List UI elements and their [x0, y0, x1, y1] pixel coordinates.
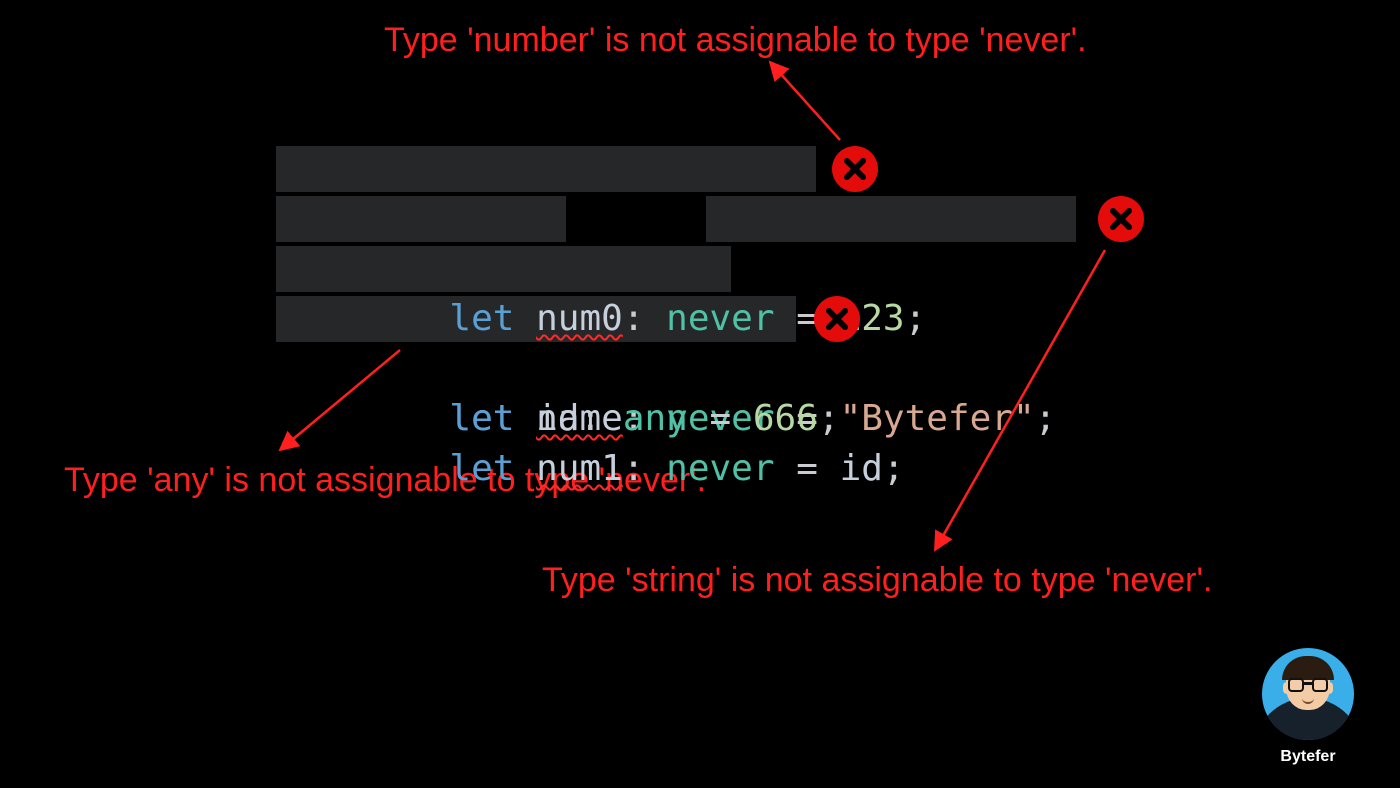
identifier-num0: num0	[536, 298, 623, 339]
identifier-id-ref: id	[840, 448, 883, 489]
identifier-num1: num1	[536, 448, 623, 489]
code-line-3: let id: any = 666;	[276, 244, 1056, 294]
author-avatar	[1262, 648, 1354, 740]
keyword-let: let	[449, 298, 536, 339]
author-badge: Bytefer	[1262, 648, 1354, 766]
code-line-1: let num0: never = 123;	[276, 144, 1056, 194]
type-never: never	[666, 448, 774, 489]
number-literal: 666	[753, 398, 818, 439]
keyword-let: let	[449, 398, 536, 439]
annotation-number-error: Type 'number' is not assignable to type …	[384, 20, 1087, 61]
keyword-let: let	[449, 448, 536, 489]
annotation-string-error: Type 'string' is not assignable to type …	[542, 560, 1212, 601]
error-icon	[814, 296, 860, 342]
string-literal: "Bytefer"	[840, 398, 1035, 439]
code-block: let num0: never = 123; let name: never =…	[276, 144, 1056, 344]
identifier-id: id	[536, 398, 579, 439]
slide-canvas: Type 'number' is not assignable to type …	[0, 0, 1400, 788]
colon: :	[623, 298, 666, 339]
code-line-2: let name: never = "Bytefer";	[276, 194, 1056, 244]
semicolon: ;	[818, 398, 840, 439]
semicolon: ;	[883, 448, 905, 489]
semicolon: ;	[905, 298, 927, 339]
author-name: Bytefer	[1262, 748, 1354, 766]
error-icon	[1098, 196, 1144, 242]
type-never: never	[666, 298, 774, 339]
equals: =	[688, 398, 753, 439]
colon: :	[623, 448, 666, 489]
colon: :	[579, 398, 622, 439]
error-icon	[832, 146, 878, 192]
type-any: any	[623, 398, 688, 439]
semicolon: ;	[1035, 398, 1057, 439]
equals: =	[775, 448, 840, 489]
